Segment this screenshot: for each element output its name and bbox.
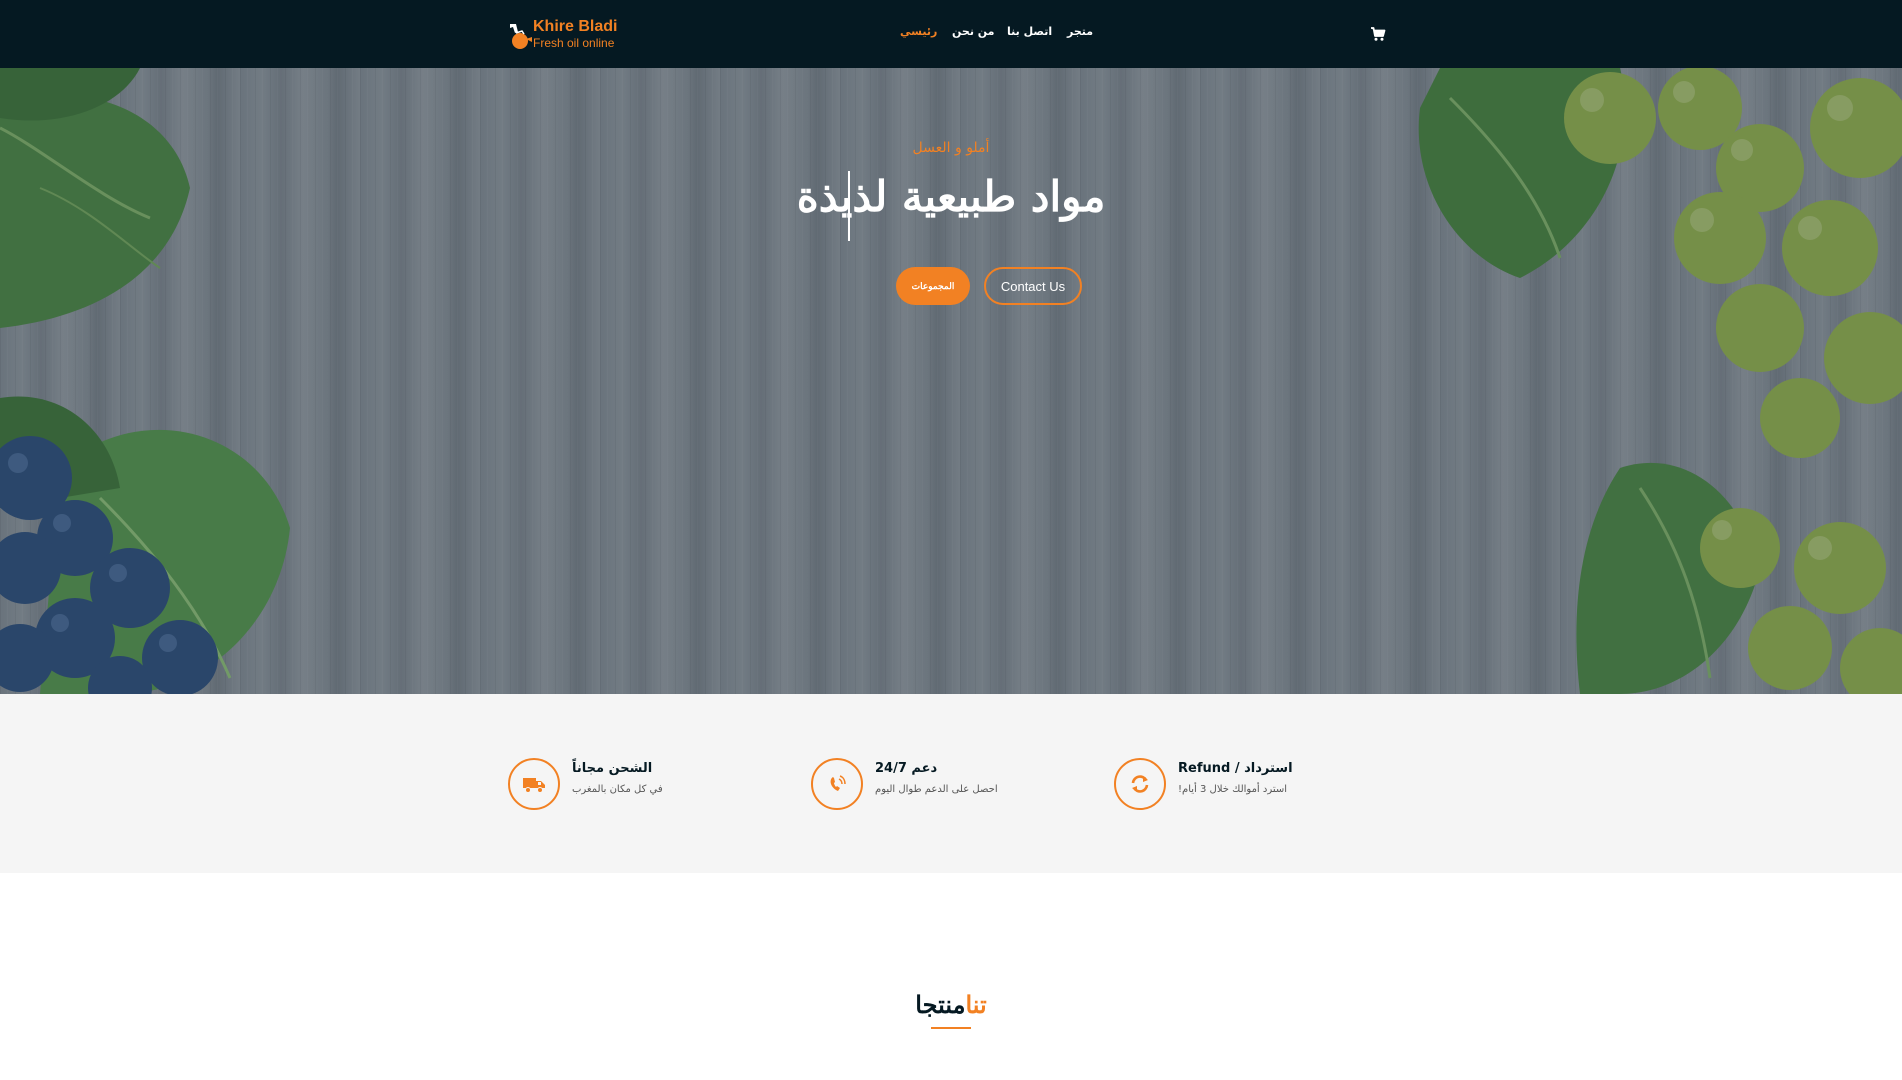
refund-sync-icon xyxy=(1114,758,1166,810)
feature-refund: Refund / استرداد !استرد أموالك خلال 3 أي… xyxy=(1114,756,1414,812)
brand-title: Khire Bladi xyxy=(533,18,618,35)
feature-description: احصل على الدعم طوال اليوم xyxy=(875,784,998,795)
products-heading-underline xyxy=(931,1027,971,1029)
collections-button[interactable]: المجموعات xyxy=(896,267,970,305)
shopping-cart-icon[interactable] xyxy=(1370,26,1386,42)
feature-title: الشحن مجاناً xyxy=(572,761,653,776)
feature-free-shipping: الشحن مجاناً في كل مكان بالمغرب xyxy=(508,756,808,812)
oil-bottle-icon xyxy=(510,24,532,49)
brand-subtitle: Fresh oil online xyxy=(533,36,615,50)
nav-home[interactable]: رئيسي xyxy=(900,25,937,38)
brand-logo[interactable]: Khire Bladi Fresh oil online xyxy=(506,16,636,52)
hero-overlay xyxy=(0,68,1902,694)
hero-subtitle: أملو و العسل xyxy=(912,140,990,156)
truck-icon xyxy=(508,758,560,810)
nav-shop[interactable]: متجر xyxy=(1067,25,1093,38)
features-section: الشحن مجاناً في كل مكان بالمغرب 24/7 دعم… xyxy=(0,694,1902,873)
feature-title: 24/7 دعم xyxy=(875,761,938,776)
feature-description: في كل مكان بالمغرب xyxy=(572,784,663,795)
products-heading-main: منتجا xyxy=(915,990,966,1019)
hero-section: أملو و العسل مواد طبيعية لذيذة المجموعات… xyxy=(0,68,1902,694)
contact-us-button[interactable]: Contact Us xyxy=(984,267,1082,305)
products-heading: تنامنتجا xyxy=(0,990,1902,1019)
hero-title: مواد طبيعية لذيذة xyxy=(796,172,1106,221)
nav-contact[interactable]: اتصل بنا xyxy=(1007,25,1052,38)
navbar: Khire Bladi Fresh oil online رئيسي من نح… xyxy=(0,0,1902,68)
text-caret xyxy=(848,171,850,241)
phone-volume-icon xyxy=(811,758,863,810)
feature-title: Refund / استرداد xyxy=(1178,761,1293,776)
nav-about[interactable]: من نحن xyxy=(952,25,995,38)
feature-support: 24/7 دعم احصل على الدعم طوال اليوم xyxy=(811,756,1111,812)
feature-description: !استرد أموالك خلال 3 أيام xyxy=(1178,784,1288,795)
products-heading-accent: تنا xyxy=(965,990,987,1019)
